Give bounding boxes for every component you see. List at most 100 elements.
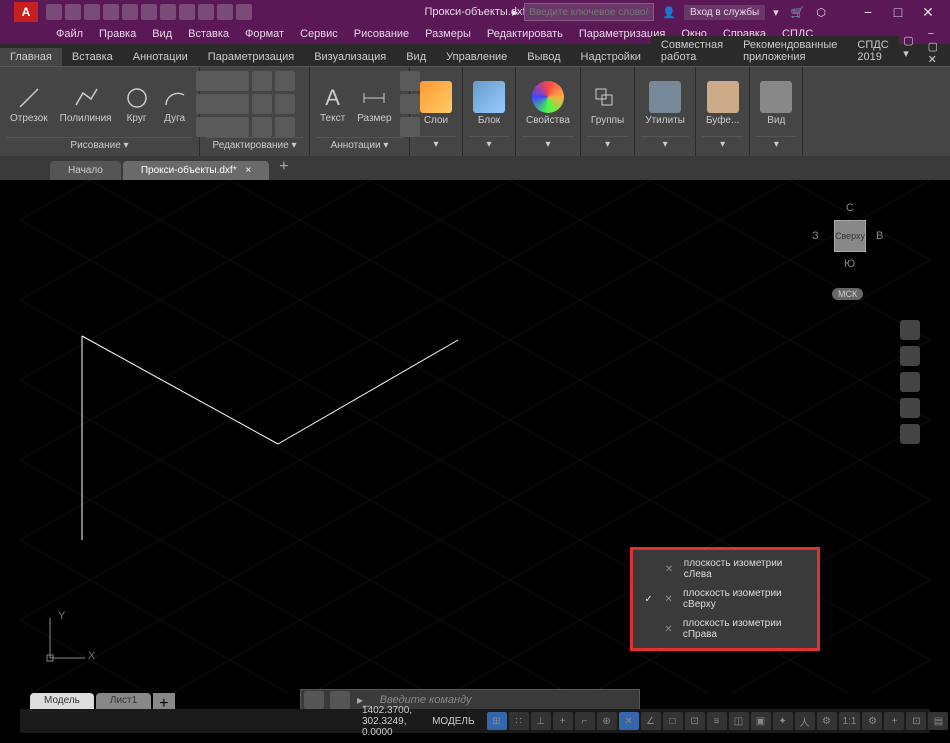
exchange-icon[interactable]: ▾ (773, 6, 779, 19)
tab-annotate[interactable]: Аннотации (123, 48, 198, 66)
panel-props-dd[interactable]: ▾ (522, 136, 574, 152)
login-button[interactable]: Вход в службы (684, 5, 765, 20)
rotate-icon[interactable] (229, 71, 249, 91)
qat-btn-icon[interactable] (179, 4, 195, 20)
tab-start[interactable]: Начало (50, 161, 121, 180)
layers-button[interactable]: Слои (416, 79, 456, 128)
menu-dimension[interactable]: Размеры (417, 26, 479, 42)
panel-draw-title[interactable]: Рисование ▾ (6, 137, 193, 153)
fullnav-icon[interactable] (900, 320, 920, 340)
explode-icon[interactable] (275, 94, 295, 114)
search-input[interactable] (524, 3, 654, 21)
ctx-isoplane-right[interactable]: ✕ плоскость изометрии сПрава (633, 614, 817, 644)
panel-modify-title[interactable]: Редактирование ▾ (206, 137, 303, 153)
qat-btn-icon[interactable] (217, 4, 233, 20)
polar-toggle-icon[interactable]: ⊕ (597, 712, 617, 730)
menu-tools[interactable]: Сервис (292, 26, 346, 42)
utilities-button[interactable]: Утилиты (641, 79, 689, 128)
qat-print-icon[interactable] (122, 4, 138, 20)
menu-edit[interactable]: Правка (91, 26, 144, 42)
move-icon[interactable] (206, 71, 226, 91)
properties-button[interactable]: Свойства (522, 79, 574, 128)
panel-view-dd[interactable]: ▾ (756, 136, 796, 152)
otrack-toggle-icon[interactable]: □ (663, 712, 683, 730)
2dosnap-icon[interactable]: ⊡ (685, 712, 705, 730)
qat-saveas-icon[interactable] (103, 4, 119, 20)
wcs-label[interactable]: МСК (832, 288, 863, 300)
panel-block-dd[interactable]: ▾ (469, 136, 509, 152)
annoscale-icon[interactable]: 人 (795, 712, 815, 730)
qat-save-icon[interactable] (84, 4, 100, 20)
tab-spds[interactable]: СПДС 2019 (847, 36, 899, 66)
tab-close-icon[interactable]: × (245, 165, 251, 176)
groups-button[interactable]: Группы (587, 79, 628, 128)
qat-btn-icon[interactable] (198, 4, 214, 20)
text-button[interactable]: AТекст (316, 83, 349, 126)
cart-icon[interactable]: 🛒 (791, 6, 805, 19)
erase-icon[interactable] (275, 71, 295, 91)
status-coordinates[interactable]: 1402.3700, 302.3249, 0.0000 (350, 705, 424, 738)
qat-open-icon[interactable] (65, 4, 81, 20)
menu-modify[interactable]: Редактировать (479, 26, 571, 42)
viewcube-top[interactable]: Сверху (834, 220, 866, 252)
orbit-icon[interactable] (900, 398, 920, 418)
menu-view[interactable]: Вид (144, 26, 180, 42)
cmd-options-icon[interactable] (330, 691, 350, 709)
dimension-button[interactable]: Размер (353, 83, 395, 126)
qat-redo-icon[interactable] (160, 4, 176, 20)
line-button[interactable]: Отрезок (6, 83, 52, 126)
qat-new-icon[interactable] (46, 4, 62, 20)
gizmo-icon[interactable]: ✦ (773, 712, 793, 730)
viewcube-west[interactable]: З (812, 230, 819, 242)
panel-buffer-dd[interactable]: ▾ (702, 136, 743, 152)
tab-visualize[interactable]: Визуализация (304, 48, 396, 66)
annomon-icon[interactable]: + (884, 712, 904, 730)
array-icon[interactable] (252, 117, 272, 137)
arc-button[interactable]: Дуга (158, 83, 192, 126)
tab-output[interactable]: Вывод (517, 48, 570, 66)
polyline-button[interactable]: Полилиния (56, 83, 116, 126)
drawing-canvas[interactable]: С З Сверху В Ю МСК Y X ✕ плоскость изоме… (20, 180, 930, 693)
menu-file[interactable]: Файл (48, 26, 91, 42)
close-button[interactable]: ✕ (914, 3, 942, 21)
cmd-history-icon[interactable] (304, 691, 324, 709)
offset-icon[interactable] (275, 117, 295, 137)
menu-insert[interactable]: Вставка (180, 26, 237, 42)
transparency-icon[interactable]: ◫ (729, 712, 749, 730)
doc-close-button[interactable]: − ▢ ✕ (924, 28, 942, 66)
ctx-isoplane-left[interactable]: ✕ плоскость изометрии сЛева (633, 554, 817, 584)
copy-icon[interactable] (206, 94, 226, 114)
ribbon-minimize-icon[interactable]: ▢ ▾ (899, 34, 917, 60)
scale-icon[interactable] (229, 117, 249, 137)
panel-groups-dd[interactable]: ▾ (587, 136, 628, 152)
dynamic-input-icon[interactable]: + (553, 712, 573, 730)
qat-dropdown-icon[interactable] (236, 4, 252, 20)
infocenter-icon[interactable]: 👤 (662, 6, 676, 19)
quickprops-icon[interactable]: ▤ (928, 712, 948, 730)
tab-collaborate[interactable]: Совместная работа (651, 36, 733, 66)
tab-add-button[interactable]: + (271, 154, 296, 180)
grid-toggle-icon[interactable]: ⊞ (487, 712, 507, 730)
zoom-icon[interactable] (900, 372, 920, 392)
tab-addins[interactable]: Надстройки (571, 48, 651, 66)
infer-toggle-icon[interactable]: ⊥ (531, 712, 551, 730)
maximize-button[interactable]: □ (884, 3, 912, 21)
menu-draw[interactable]: Рисование (346, 26, 417, 42)
tab-drawing[interactable]: Прокси-объекты.dxf* × (123, 161, 269, 180)
viewcube[interactable]: С З Сверху В Ю МСК (810, 196, 890, 296)
units-icon[interactable]: ⊡ (906, 712, 926, 730)
viewcube-south[interactable]: Ю (844, 258, 855, 270)
clipboard-button[interactable]: Буфе... (702, 79, 743, 128)
anno-visibility-icon[interactable]: ⚙ (817, 712, 837, 730)
selection-icon[interactable]: ▣ (751, 712, 771, 730)
tab-view[interactable]: Вид (396, 48, 436, 66)
snap-toggle-icon[interactable]: ∷ (509, 712, 529, 730)
lineweight-icon[interactable]: ≡ (707, 712, 727, 730)
pan-icon[interactable] (900, 346, 920, 366)
status-space[interactable]: МОДЕЛЬ (424, 716, 482, 727)
viewcube-north[interactable]: С (846, 202, 854, 214)
circle-button[interactable]: Круг (120, 83, 154, 126)
ctx-isoplane-top[interactable]: ✓ ✕ плоскость изометрии сВерху (633, 584, 817, 614)
panel-layers-dd[interactable]: ▾ (416, 136, 456, 152)
scale-display[interactable]: 1:1 (839, 712, 861, 730)
